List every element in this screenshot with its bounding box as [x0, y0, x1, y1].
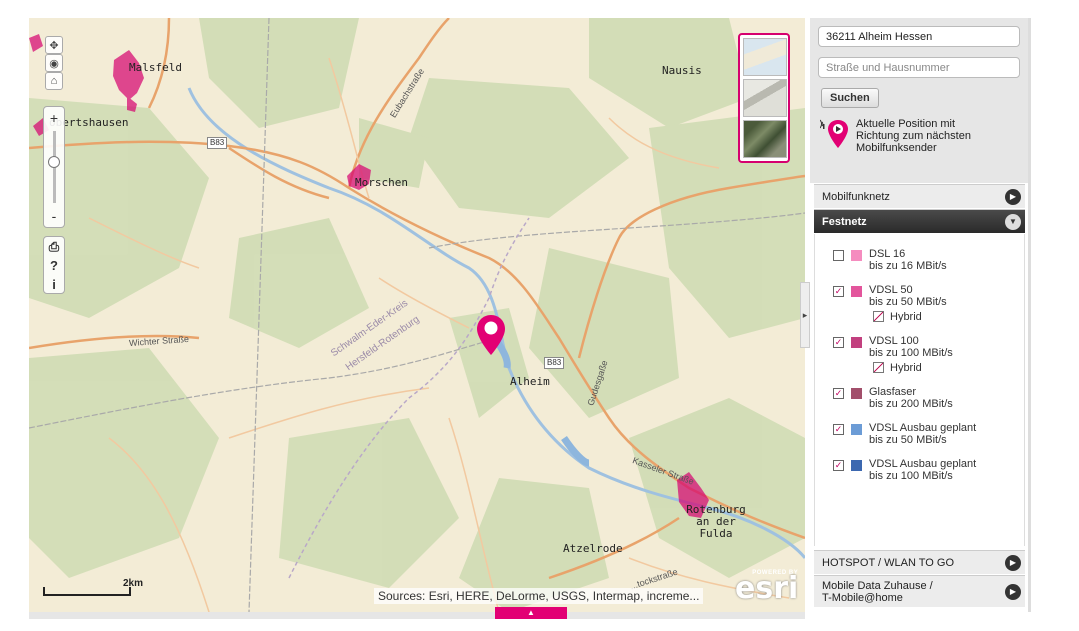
legend-name: VDSL Ausbau geplant: [869, 422, 977, 434]
panel-collapse-toggle[interactable]: ▸: [800, 282, 810, 348]
legend-sub: bis zu 50 MBit/s: [869, 296, 947, 308]
map-tools: ⎙ ? i: [43, 236, 65, 294]
chevron-right-icon: ▶: [1005, 189, 1021, 205]
road-shield-b83-top: B83: [207, 137, 228, 149]
road-shield-b83-mid: B83: [544, 357, 565, 369]
section-mobilfunknetz[interactable]: Mobilfunknetz ▶: [814, 184, 1025, 208]
street-input[interactable]: [818, 57, 1020, 78]
bottom-expand-tab[interactable]: ▲: [495, 607, 567, 619]
current-position-button[interactable]: Aktuelle Position mit Richtung zum nächs…: [820, 118, 1020, 154]
legend-name: Glasfaser: [869, 386, 917, 398]
legend-checkbox[interactable]: ✓: [833, 337, 844, 348]
legend-sub: bis zu 16 MBit/s: [869, 260, 947, 272]
map-attribution: Sources: Esri, HERE, DeLorme, USGS, Inte…: [374, 588, 704, 604]
festnetz-legend: DSL 16 bis zu 16 MBit/s ✓ VDSL 50 bis zu 5…: [814, 234, 1025, 546]
pan-icon[interactable]: ✥: [45, 36, 63, 54]
coverage-map-app: Malsfeld obertshausen Morschen Nausis Al…: [0, 0, 1079, 631]
home-icon[interactable]: ⌂: [45, 72, 63, 90]
legend-hybrid-label: Hybrid: [890, 362, 922, 374]
legend-name: DSL 16: [869, 248, 906, 260]
basemap-satellite-thumb[interactable]: [743, 120, 787, 158]
legend-sub: bis zu 100 MBit/s: [869, 347, 953, 359]
place-malsfeld: Malsfeld: [129, 61, 182, 74]
side-panel: Suchen Aktuelle Position mit Richtung zu…: [810, 18, 1028, 612]
current-position-text: Aktuelle Position mit Richtung zum nächs…: [856, 118, 971, 154]
section-mobile-data[interactable]: Mobile Data Zuhause / T-Mobile@home ▶: [814, 575, 1025, 607]
scale-label: 2km: [123, 578, 144, 589]
legend-checkbox[interactable]: ✓: [833, 286, 844, 297]
legend-swatch: [851, 388, 862, 399]
legend-swatch: [851, 250, 862, 261]
locate-icon[interactable]: ◉: [45, 54, 63, 72]
basemap-topo-thumb[interactable]: [743, 79, 787, 117]
legend-swatch: [851, 424, 862, 435]
section-mobilfunknetz-label: Mobilfunknetz: [822, 191, 890, 203]
legend-hybrid-label: Hybrid: [890, 311, 922, 323]
legend-checkbox[interactable]: [833, 250, 844, 261]
map-bottom-bar: [29, 612, 805, 619]
chevron-down-icon: ▼: [1005, 214, 1021, 230]
section-hotspot[interactable]: HOTSPOT / WLAN TO GO ▶: [814, 550, 1025, 574]
place-atzelrode: Atzelrode: [563, 542, 623, 555]
scale-bar-line: [43, 587, 131, 596]
search-button[interactable]: Suchen: [821, 88, 879, 108]
place-morschen: Morschen: [355, 176, 408, 189]
hybrid-hatch-icon: [873, 311, 884, 322]
legend-hybrid: Hybrid: [873, 362, 922, 374]
basemap-switcher: [738, 33, 790, 163]
chevron-right-icon: ▶: [1005, 584, 1021, 600]
esri-wordmark: esri: [735, 571, 799, 606]
section-mobile-data-label: Mobile Data Zuhause / T-Mobile@home: [822, 580, 933, 604]
legend-swatch: [851, 337, 862, 348]
place-alheim: Alheim: [510, 375, 550, 388]
legend-swatch: [851, 286, 862, 297]
zoom-in-button[interactable]: +: [44, 109, 64, 127]
legend-name: VDSL Ausbau geplant: [869, 458, 977, 470]
help-icon[interactable]: ?: [44, 256, 64, 275]
legend-swatch: [851, 460, 862, 471]
hybrid-hatch-icon: [873, 362, 884, 373]
print-icon[interactable]: ⎙: [44, 237, 64, 256]
legend-name: VDSL 100: [869, 335, 919, 347]
esri-logo: POWERED BY esri: [735, 570, 799, 606]
legend-sub: bis zu 200 MBit/s: [869, 398, 953, 410]
section-hotspot-label: HOTSPOT / WLAN TO GO: [822, 557, 955, 569]
section-festnetz-label: Festnetz: [822, 216, 867, 228]
place-rotenburg: Rotenburg an der Fulda: [686, 503, 746, 540]
zoom-out-button[interactable]: -: [44, 207, 64, 225]
location-pin-icon[interactable]: [476, 314, 506, 356]
zoom-control: + -: [43, 106, 65, 228]
legend-checkbox[interactable]: ✓: [833, 460, 844, 471]
location-input[interactable]: [818, 26, 1020, 47]
search-area: Suchen Aktuelle Position mit Richtung zu…: [810, 18, 1028, 183]
panel-border: [1028, 18, 1031, 612]
info-icon[interactable]: i: [44, 275, 64, 294]
zoom-slider-handle[interactable]: [48, 156, 60, 168]
current-position-icon: [820, 119, 848, 148]
legend-name: VDSL 50: [869, 284, 913, 296]
legend-hybrid: Hybrid: [873, 311, 922, 323]
place-nausis: Nausis: [662, 64, 702, 77]
chevron-right-icon: ▶: [1005, 555, 1021, 571]
map-view[interactable]: Malsfeld obertshausen Morschen Nausis Al…: [29, 18, 805, 612]
legend-sub: bis zu 50 MBit/s: [869, 434, 947, 446]
scale-bar: 2km: [43, 578, 143, 596]
legend-sub: bis zu 100 MBit/s: [869, 470, 953, 482]
legend-checkbox[interactable]: ✓: [833, 424, 844, 435]
basemap-streets-thumb[interactable]: [743, 38, 787, 76]
section-festnetz[interactable]: Festnetz ▼: [814, 209, 1025, 233]
legend-checkbox[interactable]: ✓: [833, 388, 844, 399]
